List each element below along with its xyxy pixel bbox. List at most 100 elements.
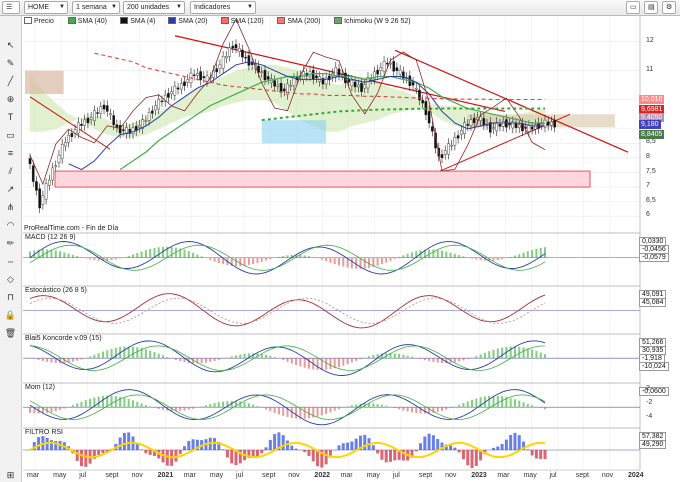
rsi-bar [255,450,259,457]
panel-value-flag: 49,290 [639,440,667,449]
histogram-bar [406,253,409,258]
legend-entry[interactable]: SMA (200) [277,17,320,26]
histogram-bar [522,252,525,258]
histogram-bar [419,358,422,360]
candle-body [109,113,112,116]
histogram-bar [475,398,478,408]
trash-icon[interactable]: 🗑 [3,326,18,340]
grid-icon[interactable]: ⊞ [3,468,18,482]
histogram-bar [509,256,512,258]
histogram-bar [260,407,263,408]
window-icon[interactable]: ▭ [626,1,640,14]
zoom-icon[interactable]: ⊕ [3,92,18,106]
histogram-bar [235,257,237,267]
histogram-bar [544,407,546,410]
candle-body [411,82,415,86]
rsi-bar [470,450,474,468]
histogram-bar [329,407,332,413]
symbol-selector[interactable]: HOME ▼ [24,1,68,14]
channel-icon[interactable]: ⫽ [3,164,18,178]
histogram-bar [333,407,336,411]
candle-body [105,105,109,112]
histogram-bar [196,254,199,258]
candle-body [44,183,48,200]
rsi-bar [148,450,152,455]
settings-icon[interactable]: ⚙ [662,1,676,14]
histogram-bar [239,354,242,359]
fibonacci-icon[interactable]: ≡ [3,146,18,160]
histogram-bar [449,407,452,409]
legend-entry[interactable]: SMA (40) [67,17,107,26]
histogram-bar [256,406,259,408]
rsi-bar [324,450,328,465]
candle-body [276,84,280,87]
arrow-icon[interactable]: ↗ [3,182,18,196]
line-icon[interactable]: ╱ [3,74,18,88]
menu-icon[interactable]: ☰ [2,1,20,14]
histogram-bar [59,407,62,410]
histogram-bar [153,247,156,258]
measure-icon[interactable]: ⇔ [3,254,18,268]
text-icon[interactable]: T [3,110,18,124]
y-tick-label: 6 [646,211,650,219]
legend-entry[interactable]: SMA (4) [120,17,155,26]
legend-entry[interactable]: SMA (20) [168,17,207,26]
histogram-bar [239,401,242,408]
shape-icon[interactable]: ◇ [3,272,18,286]
x-tick-label: nov [131,472,143,479]
magnet-icon[interactable]: ⊓ [3,290,18,304]
histogram-bar [350,358,353,363]
cycle-icon[interactable]: ◠ [3,218,18,232]
histogram-bar [522,347,525,359]
legend-entry[interactable]: Precio [24,17,54,26]
candle-body [138,125,141,128]
y-tick-label: 8 [646,152,650,160]
histogram-bar [458,404,461,408]
lock-icon[interactable]: 🔒 [3,308,18,322]
panel-value-flag: -0,0600 [639,387,669,396]
histogram-bar [380,257,383,265]
panel-axis-label: 2 [646,385,650,392]
units-selector[interactable]: 200 unidades ▼ [123,1,185,14]
histogram-bar [393,353,396,359]
candle-body [460,130,463,135]
histogram-bar [329,358,332,370]
pencil-icon[interactable]: ✏ [3,236,18,250]
histogram-bar [462,403,465,408]
histogram-bar [157,353,160,359]
legend-entry[interactable]: SMA (120) [220,17,264,26]
histogram-bar [441,250,443,258]
candle-body [266,76,270,80]
histogram-bar [132,254,134,258]
rsi-bar [84,450,88,467]
histogram-bar [359,358,362,360]
timeframe-selector[interactable]: 1 semana ▼ [72,1,120,14]
histogram-bar [483,352,486,359]
candle-body [376,69,379,75]
panel-title: MACD (12 26 9) [25,234,76,241]
layout-icon[interactable]: ▤ [644,1,658,14]
candle-body [414,88,418,90]
histogram-bar [71,254,74,258]
histogram-bar [226,357,229,359]
histogram-bar [436,407,439,413]
cursor-icon[interactable]: ↖ [3,38,18,52]
candle-body [237,48,241,52]
indicators-button[interactable]: Indicadores ▼ [190,1,256,14]
candle-body [167,93,170,98]
histogram-bar [144,250,147,258]
legend-entry[interactable]: Ichimoku (W 9 26 52) [334,17,411,26]
pitchfork-icon[interactable]: ⋔ [3,200,18,214]
ruler-icon[interactable]: ✎ [3,56,18,70]
candle-body [498,124,502,127]
histogram-bar [209,404,212,408]
rsi-bar [427,433,431,450]
histogram-bar [333,257,336,265]
candle-body [482,118,486,125]
histogram-bar [162,407,165,410]
histogram-bar [265,407,268,410]
rectangle-icon[interactable]: ▭ [3,128,18,142]
histogram-bar [76,358,79,361]
candle-body [99,106,103,114]
x-tick-label: 2022 [314,472,330,479]
